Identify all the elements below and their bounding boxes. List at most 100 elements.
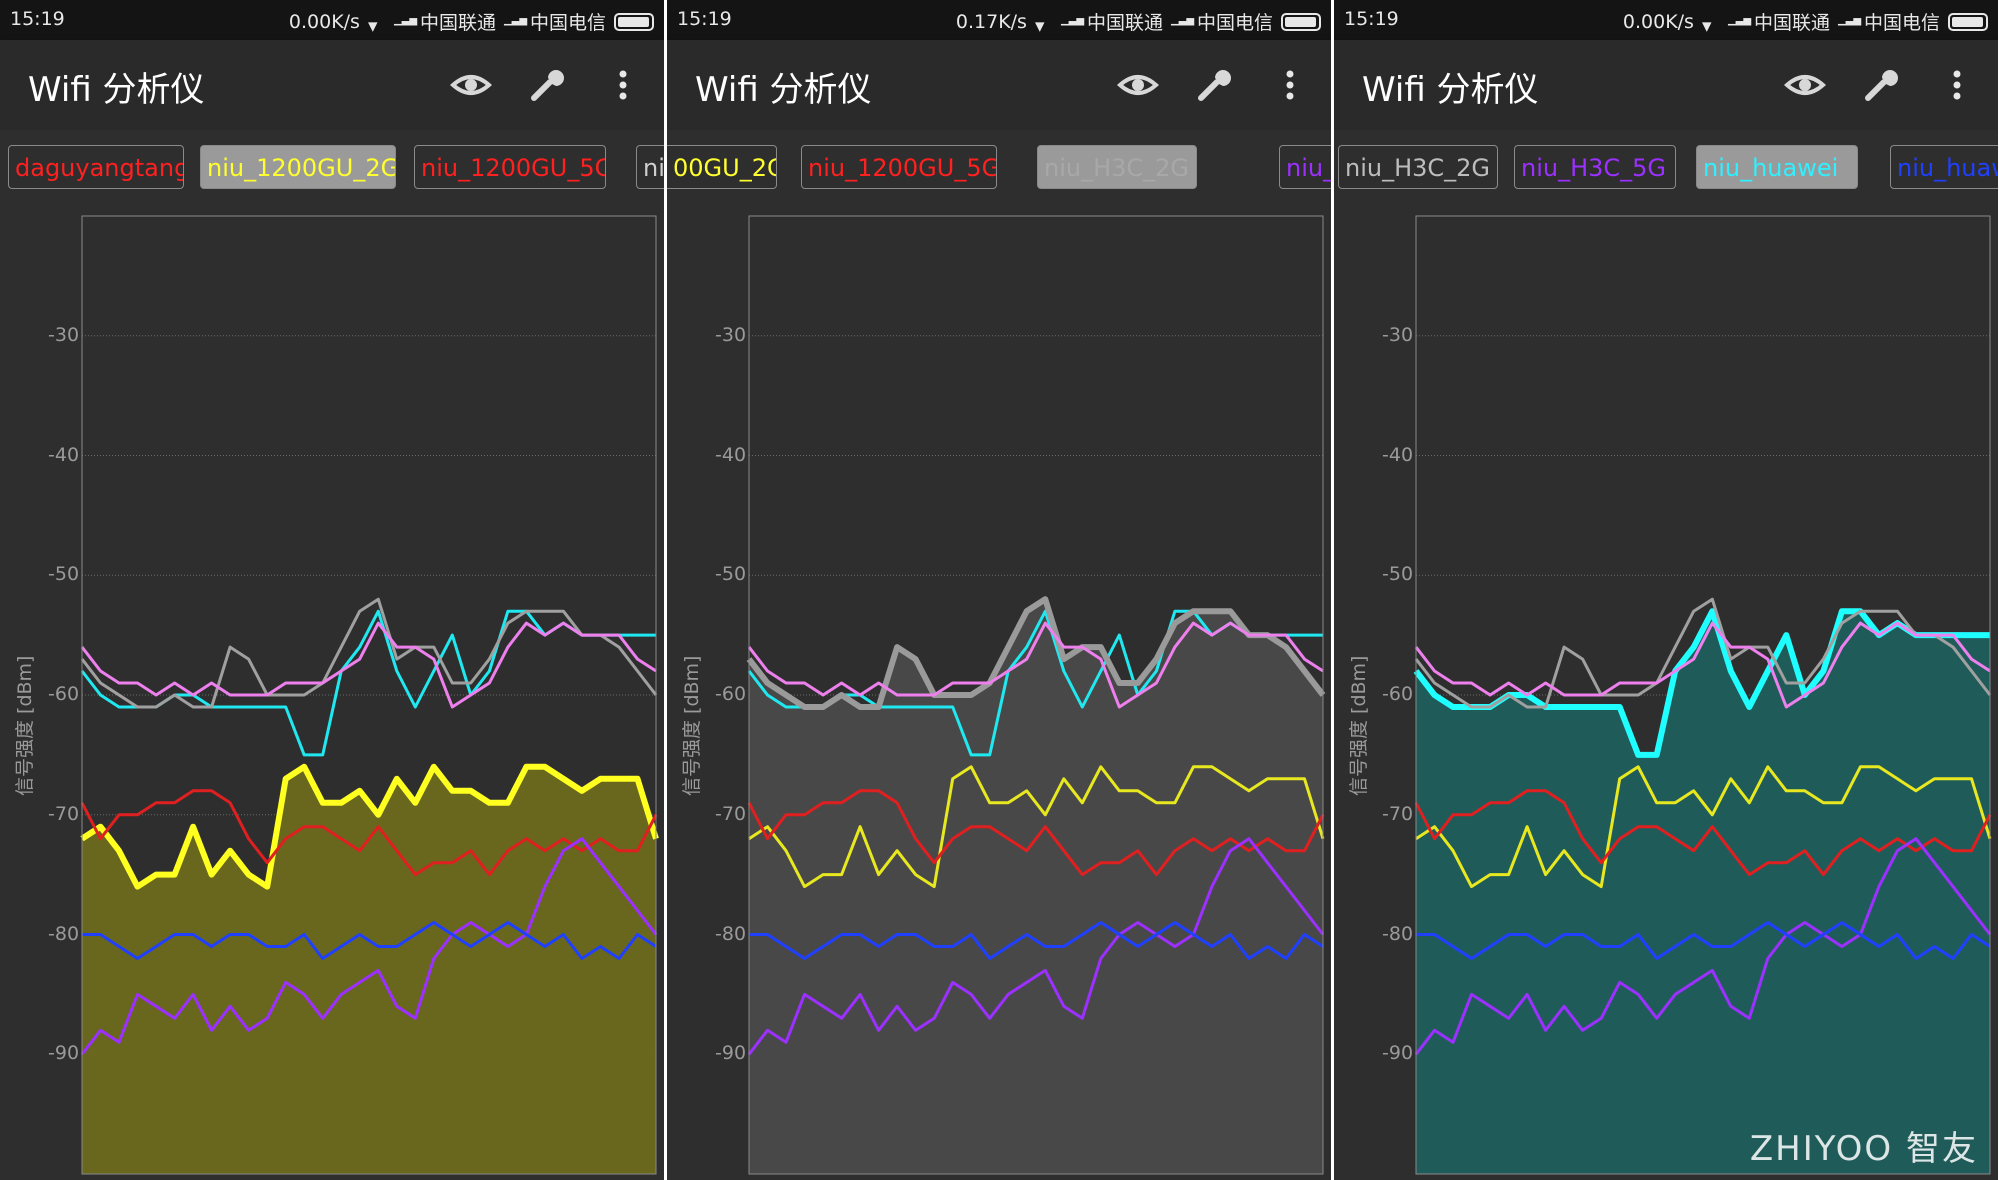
status-time: 15:19	[1344, 8, 1399, 30]
signal-icon: ▁▃▅	[393, 14, 418, 26]
network-tab[interactable]: niu_H3C_2G	[1338, 145, 1498, 189]
app-bar: Wifi 分析仪	[0, 40, 664, 130]
y-tick-label: -50	[1382, 563, 1414, 586]
signal-chart-svg	[746, 215, 1326, 1175]
network-tab[interactable]: niu_1200GU_2G	[200, 145, 396, 189]
signal-icon: ▁▃▅	[1060, 14, 1085, 26]
battery-icon	[1948, 12, 1988, 31]
network-tab[interactable]: niu_H3C_5G	[1514, 145, 1676, 189]
y-tick-label: -80	[48, 922, 80, 945]
battery-icon	[1281, 12, 1321, 31]
phone-screen-1: 15:19 0.00K/s ▾ ▁▃▅ 中国联通 ▁▃▅ 中国电信 Wifi 分析仪 daguy…	[0, 0, 664, 1180]
y-tick-label: -70	[715, 802, 747, 825]
network-speed: 0.00K/s	[1622, 10, 1694, 33]
screen-divider	[1331, 0, 1334, 1180]
y-tick-label: -70	[1382, 802, 1414, 825]
highlight-area	[1416, 611, 1990, 1174]
y-tick-label: -70	[48, 802, 80, 825]
more-options-icon[interactable]	[1267, 64, 1313, 106]
watermark-logo: ZHIYOO 智友	[1749, 1129, 1978, 1169]
toolbar-icons	[1782, 64, 1980, 106]
signal-icon: ▁▃▅	[1727, 14, 1752, 26]
status-bar: 15:19 0.00K/s ▾ ▁▃▅ 中国联通 ▁▃▅ 中国电信	[0, 0, 664, 40]
y-axis-label: 信号强度 [dBm]	[14, 655, 36, 796]
series-line-niu-huawei	[80, 609, 656, 757]
y-tick-label: -60	[1382, 683, 1414, 705]
eye-icon[interactable]	[448, 64, 494, 106]
signal-chart-svg	[1413, 215, 1992, 1175]
network-tab[interactable]: niu_1200GU_5G	[801, 145, 997, 189]
network-tabs: 00GU_2G niu_1200GU_5G niu_H3C_2G niu_H3C_5	[667, 130, 1331, 206]
wrench-icon[interactable]	[1858, 64, 1904, 106]
highlight-area	[749, 599, 1323, 1174]
y-tick-label: -90	[1382, 1042, 1414, 1065]
status-right: 0.00K/s ▾ ▁▃▅ 中国联通 ▁▃▅ 中国电信	[1622, 8, 1988, 37]
network-tabs: daguyangtang niu_1200GU_2G niu_1200GU_5G ni	[0, 130, 664, 206]
carrier-2: 中国电信	[1196, 12, 1273, 34]
status-right: 0.17K/s ▾ ▁▃▅ 中国联通 ▁▃▅ 中国电信	[956, 8, 1321, 37]
battery-icon	[614, 12, 654, 31]
eye-icon[interactable]	[1115, 64, 1161, 106]
toolbar-icons	[1115, 64, 1313, 106]
y-tick-label: -50	[715, 563, 747, 586]
network-tab[interactable]: ni	[636, 145, 664, 189]
signal-chart: -30 -40 -50 -60 -70 -80 -90 信号强度 [dBm]	[667, 206, 1331, 1180]
network-tab[interactable]: niu_H3C_5	[1279, 145, 1331, 189]
status-right: 0.00K/s ▾ ▁▃▅ 中国联通 ▁▃▅ 中国电信	[288, 8, 654, 37]
screen-divider	[664, 0, 667, 1180]
series-line-niu-h3c-2g	[80, 597, 658, 709]
network-tab[interactable]: niu_huawei	[1696, 145, 1858, 189]
carrier-1: 中国联通	[1086, 12, 1163, 34]
carrier-1: 中国联通	[1753, 12, 1830, 34]
highlight-area	[82, 766, 656, 1174]
y-tick-label: -80	[715, 922, 747, 945]
more-options-icon[interactable]	[600, 64, 646, 106]
carrier-1: 中国联通	[419, 12, 496, 34]
y-tick-label: -80	[1382, 922, 1414, 945]
signal-chart: -30 -40 -50 -60 -70 -80 -90 信号强度 [dBm]	[0, 206, 664, 1180]
app-bar: Wifi 分析仪	[667, 40, 1331, 130]
wrench-icon[interactable]	[1191, 64, 1237, 106]
network-speed: 0.00K/s	[288, 10, 360, 33]
y-tick-label: -30	[48, 323, 80, 346]
y-tick-label: -40	[1382, 443, 1414, 466]
status-bar: 15:19 0.00K/s ▾ ▁▃▅ 中国联通 ▁▃▅ 中国电信	[1334, 0, 1998, 40]
signal-chart: -30 -40 -50 -60 -70 -80 -90 信号强度 [dBm]	[1334, 206, 1998, 1180]
carrier-2: 中国电信	[529, 12, 606, 34]
signal-4g-icon: ▁▃▅	[1837, 14, 1862, 26]
y-tick-label: -60	[715, 683, 747, 705]
status-time: 15:19	[10, 8, 65, 30]
network-tab[interactable]: daguyangtang	[8, 145, 184, 189]
y-tick-label: -30	[1382, 323, 1414, 346]
network-tab[interactable]: niu_huawe	[1890, 145, 1998, 189]
status-bar: 15:19 0.17K/s ▾ ▁▃▅ 中国联通 ▁▃▅ 中国电信	[667, 0, 1331, 40]
y-axis-label: 信号强度 [dBm]	[681, 655, 703, 796]
status-time: 15:19	[677, 8, 732, 30]
y-tick-label: -30	[715, 323, 747, 346]
app-title: Wifi 分析仪	[695, 70, 872, 110]
phone-screen-2: 15:19 0.17K/s ▾ ▁▃▅ 中国联通 ▁▃▅ 中国电信 Wifi 分析仪 00GU_…	[667, 0, 1331, 1180]
y-tick-label: -60	[48, 683, 80, 705]
toolbar-icons	[448, 64, 646, 106]
network-tabs: niu_H3C_2G niu_H3C_5G niu_huawei niu_huawe	[1334, 130, 1998, 206]
phone-screen-3: 15:19 0.00K/s ▾ ▁▃▅ 中国联通 ▁▃▅ 中国电信 Wifi 分析仪 niu_H…	[1334, 0, 1998, 1180]
more-options-icon[interactable]	[1934, 64, 1980, 106]
signal-chart-svg	[80, 215, 659, 1175]
app-bar: Wifi 分析仪	[1334, 40, 1998, 130]
app-title: Wifi 分析仪	[28, 70, 205, 110]
y-tick-label: -50	[48, 563, 80, 586]
network-tab[interactable]: niu_H3C_2G	[1037, 145, 1197, 189]
y-tick-label: -90	[48, 1042, 80, 1065]
eye-icon[interactable]	[1782, 64, 1828, 106]
network-tab[interactable]: 00GU_2G	[667, 145, 777, 189]
screenshot-collage: 15:19 0.00K/s ▾ ▁▃▅ 中国联通 ▁▃▅ 中国电信 Wifi 分析仪 daguy…	[0, 0, 1999, 1180]
network-tab[interactable]: niu_1200GU_5G	[414, 145, 606, 189]
signal-4g-icon: ▁▃▅	[1170, 14, 1195, 26]
y-axis-label: 信号强度 [dBm]	[1348, 655, 1370, 796]
carrier-2: 中国电信	[1863, 12, 1940, 34]
wifi-icon: ▾	[1034, 14, 1045, 37]
wrench-icon[interactable]	[524, 64, 570, 106]
y-tick-label: -90	[715, 1042, 747, 1065]
app-title: Wifi 分析仪	[1362, 70, 1539, 110]
wifi-icon: ▾	[1701, 14, 1712, 37]
